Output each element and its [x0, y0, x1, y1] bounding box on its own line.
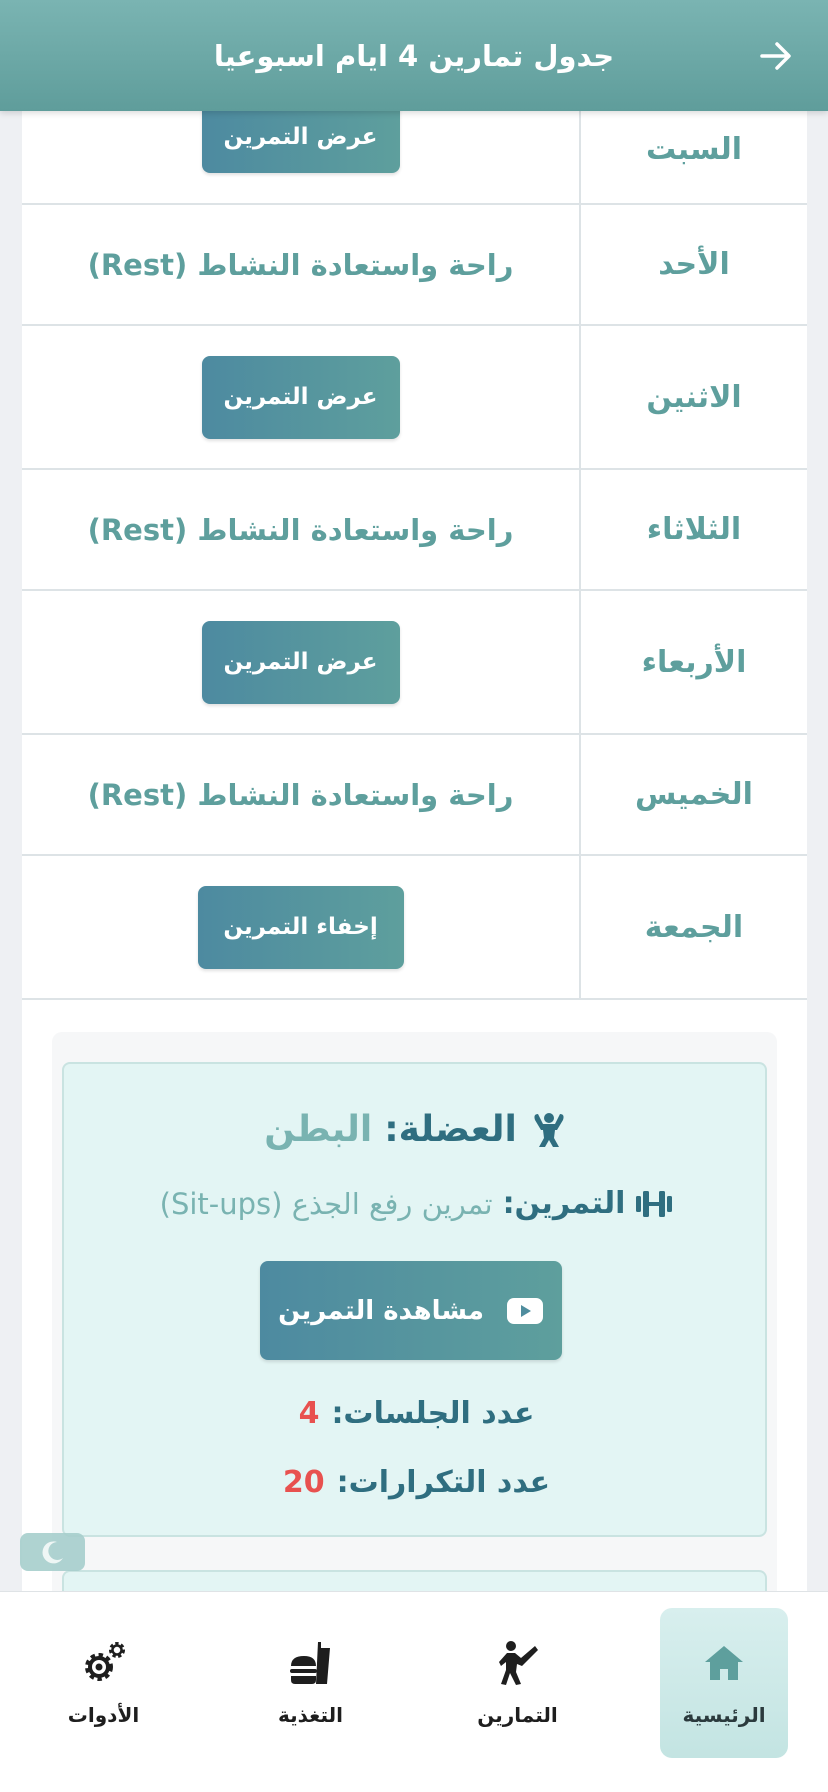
- sets-value: 4: [298, 1396, 320, 1431]
- fast-food-icon: [289, 1642, 330, 1684]
- top-app-bar: جدول تمارين 4 ايام اسبوعيا: [0, 0, 828, 111]
- show-workout-button[interactable]: عرض التمرين: [201, 620, 400, 704]
- table-row: الثلاثاء راحة واستعادة النشاط (Rest): [22, 470, 807, 591]
- arrow-right-icon: [760, 42, 791, 70]
- reps-line: عدد التكرارات: 20: [64, 1465, 769, 1500]
- exercise-details-section: العضلة: البطن التمرين: تمرين رفع الجذع (…: [52, 1032, 777, 1591]
- day-cell: الأحد: [579, 205, 807, 324]
- exercise-card: العضلة: البطن التمرين: تمرين رفع الجذع (…: [62, 1062, 767, 1537]
- table-row: الأحد راحة واستعادة النشاط (Rest): [22, 205, 807, 326]
- table-row: الخميس راحة واستعادة النشاط (Rest): [22, 735, 807, 856]
- nav-nutrition[interactable]: التغذية: [207, 1608, 414, 1758]
- sets-label: عدد الجلسات:: [331, 1396, 535, 1431]
- rest-day-text: راحة واستعادة النشاط (Rest): [87, 512, 514, 547]
- reps-label: عدد التكرارات:: [336, 1465, 551, 1500]
- nav-workouts-label: التمارين: [477, 1703, 558, 1727]
- exercise-value: تمرين رفع الجذع (Sit-ups): [159, 1186, 493, 1221]
- reps-value: 20: [282, 1465, 325, 1500]
- bottom-navigation: الرئيسية التمارين التغذية الأدوات: [0, 1591, 828, 1792]
- activity-cell: عرض التمرين: [22, 326, 579, 468]
- nav-home-label: الرئيسية: [682, 1703, 766, 1727]
- page-title: جدول تمارين 4 ايام اسبوعيا: [213, 38, 615, 73]
- sets-line: عدد الجلسات: 4: [64, 1396, 769, 1431]
- content-panel: السبت عرض التمرين الأحد راحة واستعادة ال…: [22, 111, 807, 1591]
- rest-day-text: راحة واستعادة النشاط (Rest): [87, 247, 514, 282]
- activity-cell: عرض التمرين: [22, 591, 579, 733]
- moon-icon: [42, 1541, 63, 1564]
- gears-icon: [84, 1642, 125, 1681]
- rest-day-text: راحة واستعادة النشاط (Rest): [87, 777, 514, 812]
- nav-tools-label: الأدوات: [67, 1703, 140, 1727]
- next-exercise-card: [62, 1570, 767, 1591]
- martial-arts-icon: [498, 1641, 538, 1685]
- activity-cell: إخفاء التمرين: [22, 856, 579, 998]
- youtube-icon: [506, 1297, 543, 1324]
- show-workout-button[interactable]: عرض التمرين: [201, 355, 400, 439]
- muscle-value: البطن: [264, 1109, 373, 1150]
- table-row: الجمعة إخفاء التمرين: [22, 856, 807, 1000]
- nav-tools[interactable]: الأدوات: [0, 1608, 207, 1758]
- activity-cell: عرض التمرين: [22, 111, 579, 203]
- app-screen: جدول تمارين 4 ايام اسبوعيا السبت عرض الت…: [0, 0, 828, 1792]
- weekly-schedule-table: السبت عرض التمرين الأحد راحة واستعادة ال…: [22, 111, 807, 1000]
- dark-mode-toggle[interactable]: [20, 1533, 85, 1571]
- watch-exercise-label: مشاهدة التمرين: [278, 1295, 484, 1326]
- back-button[interactable]: [756, 36, 796, 76]
- activity-cell: راحة واستعادة النشاط (Rest): [22, 205, 579, 324]
- exercise-label: التمرين:: [502, 1186, 626, 1221]
- day-cell: السبت: [579, 111, 807, 203]
- nav-nutrition-label: التغذية: [277, 1703, 343, 1727]
- nav-home[interactable]: الرئيسية: [660, 1608, 788, 1758]
- day-cell: الاثنين: [579, 326, 807, 468]
- day-cell: الجمعة: [579, 856, 807, 998]
- dumbbell-icon: [636, 1190, 673, 1217]
- home-icon: [705, 1646, 743, 1680]
- day-cell: الخميس: [579, 735, 807, 854]
- table-row: السبت عرض التمرين: [22, 111, 807, 205]
- muscle-line: العضلة: البطن: [64, 1109, 769, 1150]
- watch-exercise-button[interactable]: مشاهدة التمرين: [260, 1261, 562, 1360]
- nav-workouts[interactable]: التمارين: [414, 1608, 621, 1758]
- muscle-label: العضلة:: [384, 1109, 517, 1150]
- day-cell: الثلاثاء: [579, 470, 807, 589]
- table-row: الأربعاء عرض التمرين: [22, 591, 807, 735]
- table-row: الاثنين عرض التمرين: [22, 326, 807, 470]
- activity-cell: راحة واستعادة النشاط (Rest): [22, 735, 579, 854]
- hide-workout-button[interactable]: إخفاء التمرين: [197, 885, 404, 969]
- show-workout-button[interactable]: عرض التمرين: [201, 111, 400, 173]
- exercise-line: التمرين: تمرين رفع الجذع (Sit-ups): [64, 1186, 769, 1221]
- muscle-icon: [534, 1112, 564, 1147]
- day-cell: الأربعاء: [579, 591, 807, 733]
- activity-cell: راحة واستعادة النشاط (Rest): [22, 470, 579, 589]
